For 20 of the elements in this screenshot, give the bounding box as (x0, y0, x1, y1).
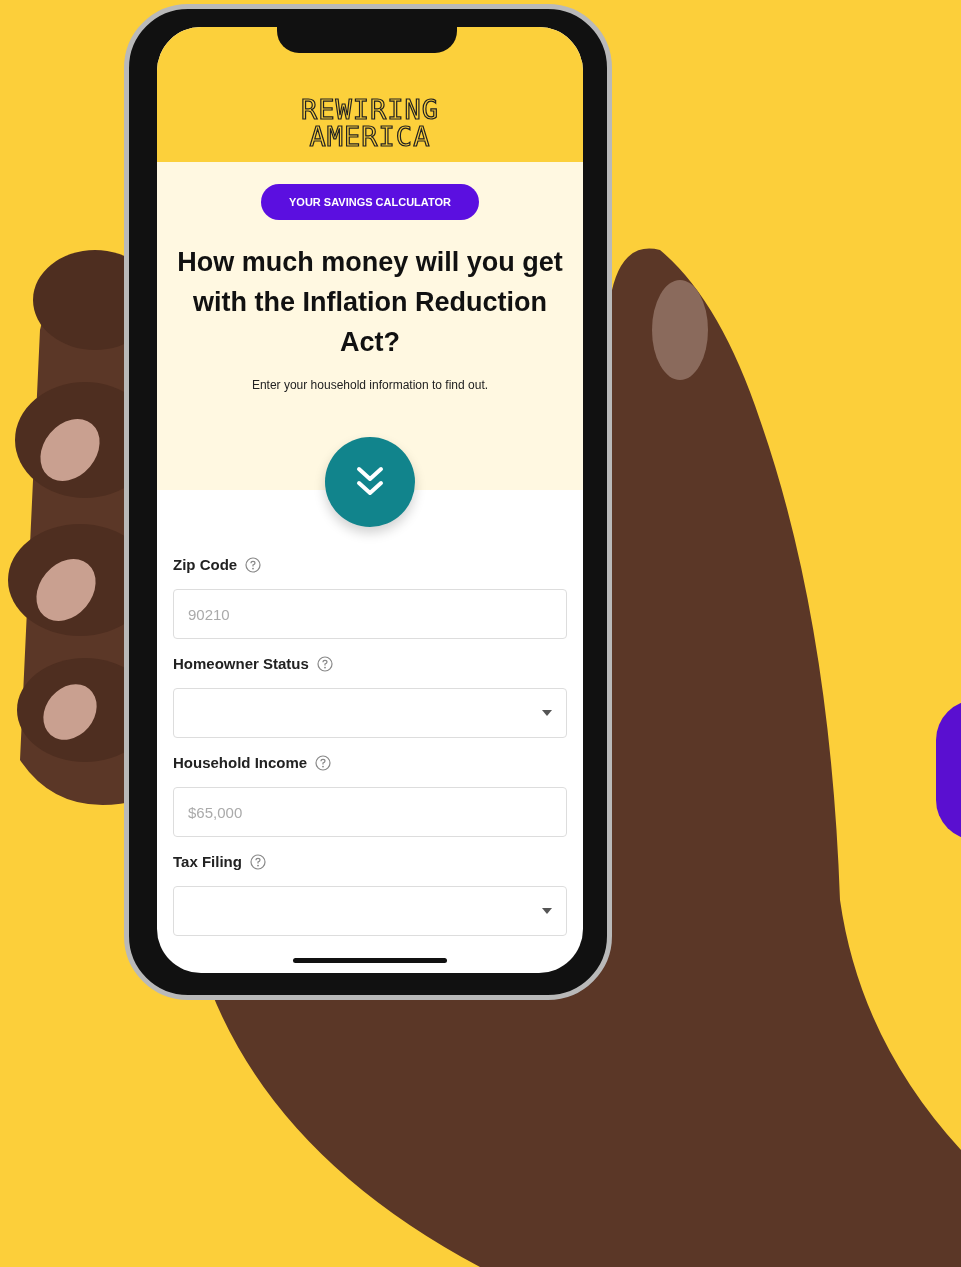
scroll-down-button[interactable] (325, 437, 415, 527)
help-icon[interactable] (245, 556, 262, 573)
field-label: Household Income (173, 754, 308, 771)
logo-text[interactable]: AMERICA (309, 123, 431, 150)
help-icon[interactable] (249, 853, 266, 870)
help-icon[interactable] (315, 754, 332, 771)
subheading: Enter your household information to find out. (251, 378, 489, 392)
dropdown-field[interactable] (173, 688, 567, 738)
input-field[interactable]: 90210 (173, 589, 567, 639)
help-icon[interactable] (316, 655, 333, 672)
caret-icon (542, 710, 552, 716)
heading: How much money will you get with the Inflation Reduction Act? (176, 246, 564, 359)
input-field[interactable]: $65,000 (173, 787, 567, 837)
calculator-badge: YOUR SAVINGS CALCULATOR (261, 184, 479, 220)
logo-text[interactable]: REWIRING (300, 96, 439, 123)
field-label: Tax Filing (173, 853, 242, 870)
field-label: Zip Code (173, 556, 238, 573)
dropdown-field[interactable] (173, 886, 567, 936)
field-label: Homeowner Status (173, 655, 309, 672)
caret-icon (542, 908, 552, 914)
